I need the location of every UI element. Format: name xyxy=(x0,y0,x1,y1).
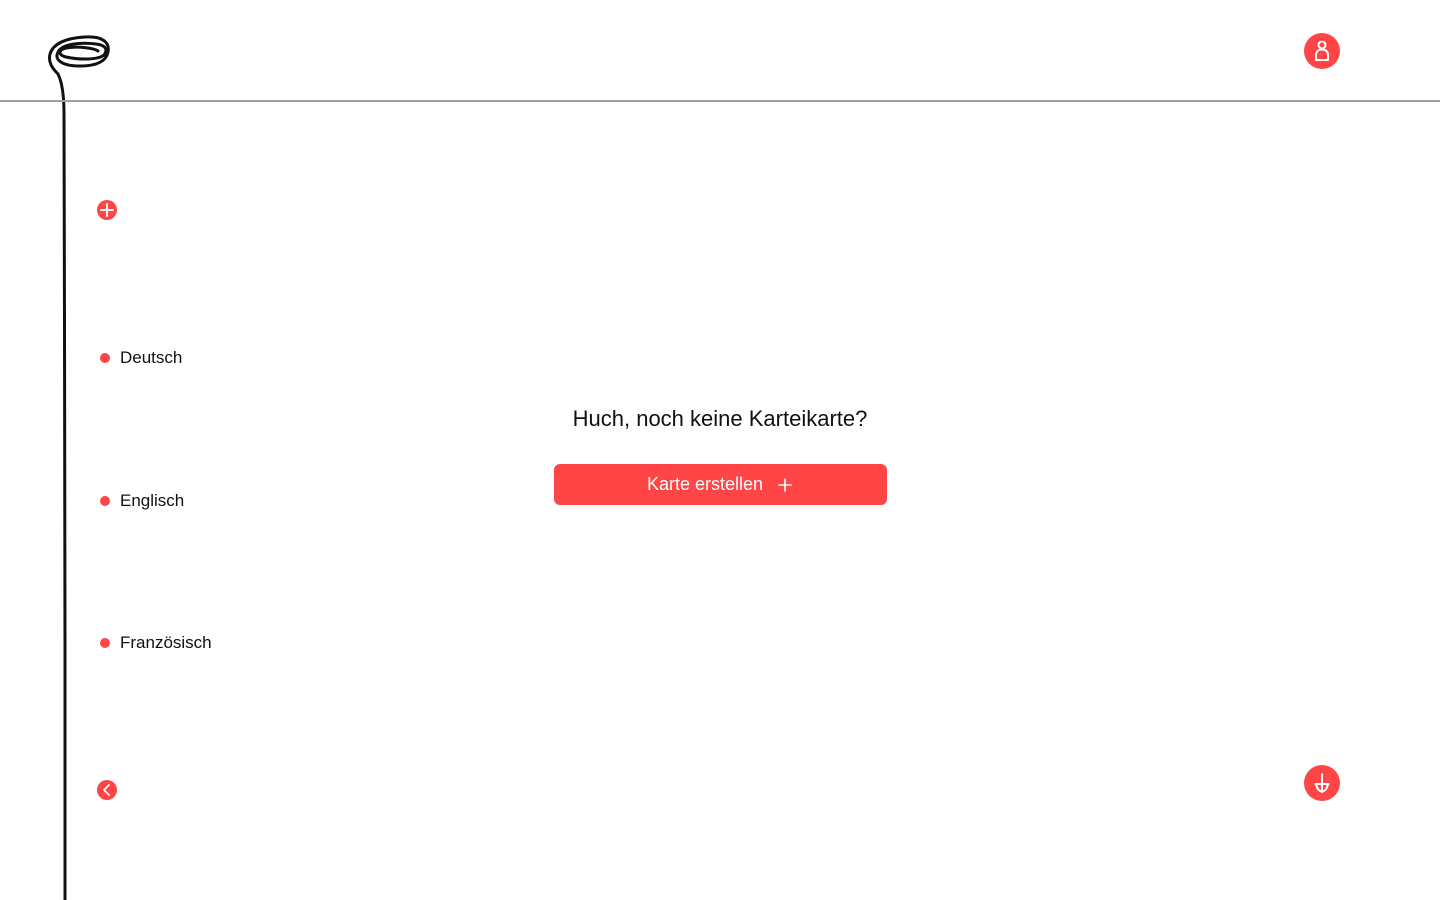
header-divider xyxy=(0,100,1440,102)
deck-bullet-icon xyxy=(100,353,110,363)
empty-state: Huch, noch keine Karteikarte? Karte erst… xyxy=(480,404,960,505)
sidebar-item-label: Französisch xyxy=(120,633,212,652)
sidebar-item-label: Englisch xyxy=(120,491,185,510)
add-deck-button[interactable] xyxy=(97,200,117,220)
deck-bullet-icon xyxy=(100,496,110,506)
logo-icon[interactable] xyxy=(40,24,130,900)
account-button[interactable] xyxy=(1304,33,1340,69)
create-card-button[interactable]: Karte erstellen xyxy=(553,464,887,505)
sidebar-item-label: Deutsch xyxy=(120,348,183,367)
app-page: Deutsch Englisch Französisch Huch, noch … xyxy=(0,0,1440,900)
empty-state-title: Huch, noch keine Karteikarte? xyxy=(572,406,868,431)
sidebar-item-deutsch[interactable]: Deutsch xyxy=(100,347,182,369)
sidebar-item-englisch[interactable]: Englisch xyxy=(100,490,184,512)
chevron-left-icon xyxy=(103,784,110,796)
create-card-button-label: Karte erstellen xyxy=(646,474,764,494)
sidebar-item-franzoesisch[interactable]: Französisch xyxy=(100,632,212,654)
download-arrow-icon xyxy=(1314,773,1330,793)
download-button[interactable] xyxy=(1304,765,1340,801)
plus-circle-icon xyxy=(100,203,114,217)
back-button[interactable] xyxy=(97,780,117,800)
deck-bullet-icon xyxy=(100,638,110,648)
plus-icon xyxy=(777,477,793,493)
user-icon xyxy=(1315,40,1329,61)
